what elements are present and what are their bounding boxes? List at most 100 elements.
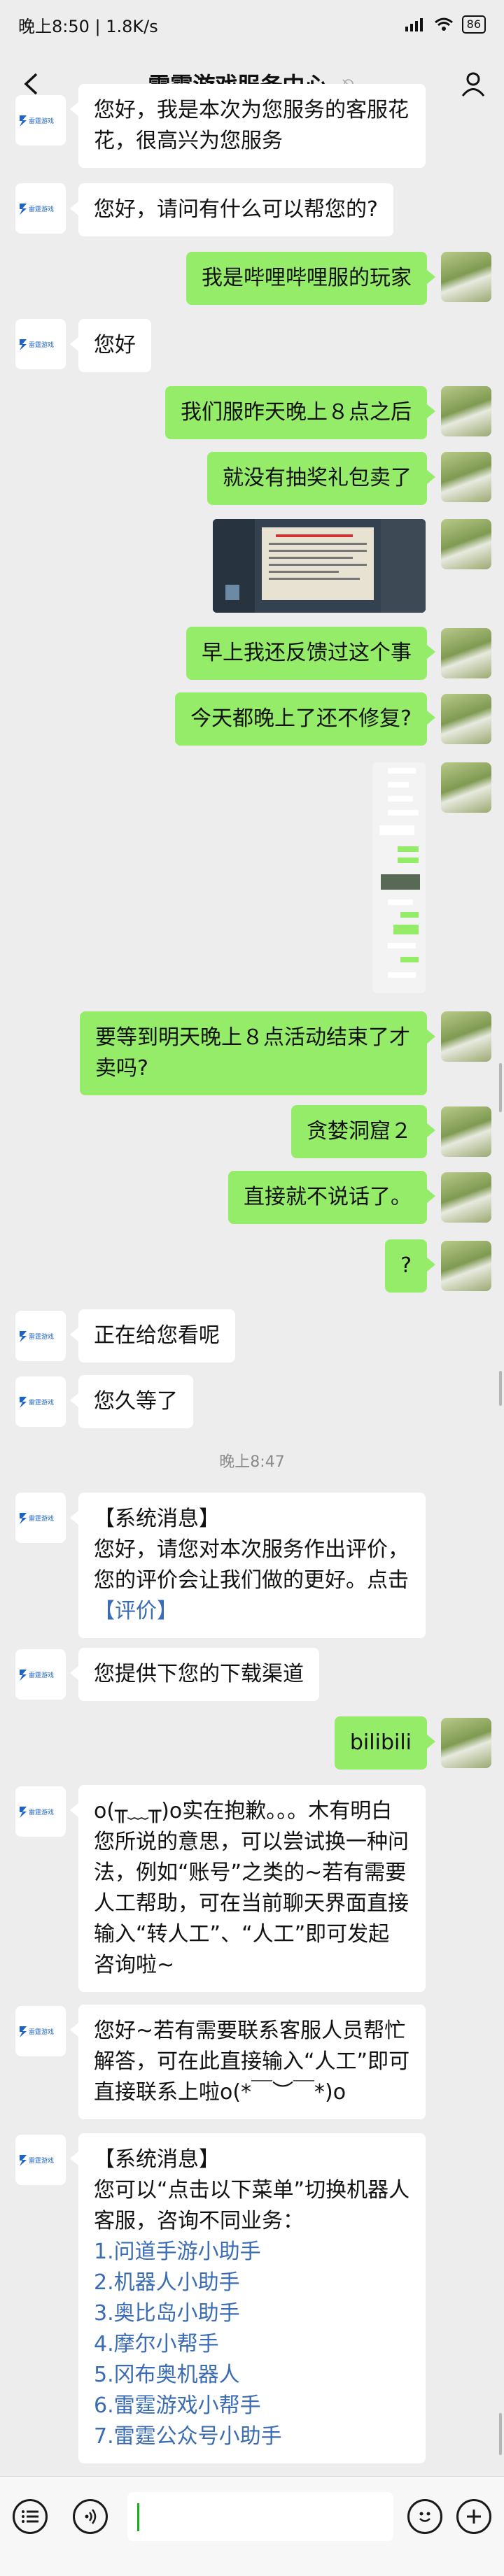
scrollbar[interactable] — [499, 1063, 502, 1112]
user-avatar[interactable] — [441, 1172, 491, 1223]
message-bubble[interactable]: 直接就不说话了。 — [228, 1171, 435, 1224]
emoji-icon — [419, 2512, 430, 2522]
leidian-logo-icon: 雷霆游戏 — [20, 1513, 54, 1524]
user-avatar[interactable] — [441, 694, 491, 744]
service-avatar[interactable]: 雷霆游戏 — [15, 1786, 66, 1837]
chat-screenshot-image — [372, 762, 426, 993]
system-message-bubble: 【系统消息】 您可以“点击以下菜单”切换机器人客服，咨询不同业务： 1.问道手游… — [70, 2133, 426, 2463]
leidian-logo-icon: 雷霆游戏 — [20, 115, 54, 127]
emoji-button[interactable] — [407, 2499, 442, 2534]
menu-item[interactable]: 7.雷霆公众号小助手 — [94, 2421, 410, 2452]
service-avatar[interactable]: 雷霆游戏 — [15, 183, 66, 234]
service-avatar[interactable]: 雷霆游戏 — [15, 95, 66, 145]
user-avatar[interactable] — [441, 519, 491, 569]
system-message-bubble: 【系统消息】 您好，请您对本次服务作出评价，您的评价会让我们做的更好。点击【评价… — [70, 1493, 426, 1638]
user-avatar[interactable] — [441, 1106, 491, 1157]
message-bubble[interactable]: 就没有抽奖礼包卖了 — [207, 452, 435, 505]
service-avatar[interactable]: 雷霆游戏 — [15, 1493, 66, 1543]
svg-text:雷霆游戏: 雷霆游戏 — [29, 2028, 54, 2036]
leidian-logo-icon: 雷霆游戏 — [20, 339, 54, 350]
chevron-left-icon — [24, 73, 38, 95]
user-avatar[interactable] — [441, 762, 491, 813]
signal-icon — [405, 18, 423, 31]
message-bubble[interactable]: o(╥﹏╥)o实在抱歉。。。木有明白您所说的意思，可以尝试换一种问法，例如“账号… — [70, 1785, 426, 1992]
svg-text:雷霆游戏: 雷霆游戏 — [29, 117, 54, 125]
message-bubble[interactable]: 贪婪洞窟２ — [291, 1105, 435, 1158]
leidian-logo-icon: 雷霆游戏 — [20, 2155, 54, 2166]
user-avatar[interactable] — [441, 1241, 491, 1291]
service-avatar[interactable]: 雷霆游戏 — [15, 1376, 66, 1427]
timestamp: 晚上8:47 — [219, 1453, 285, 1471]
menu-item[interactable]: 2.机器人小助手 — [94, 2268, 410, 2298]
status-icons: 86 — [405, 15, 486, 34]
user-avatar[interactable] — [441, 1011, 491, 1062]
plus-icon — [467, 2510, 481, 2524]
service-avatar[interactable]: 雷霆游戏 — [15, 2006, 66, 2056]
input-bar — [0, 2476, 504, 2576]
service-avatar[interactable]: 雷霆游戏 — [15, 319, 66, 369]
leidian-logo-icon: 雷霆游戏 — [20, 1397, 54, 1408]
profile-button[interactable] — [458, 69, 489, 99]
system-message-text: 您好，请您对本次服务作出评价，您的评价会让我们做的更好。点击 — [94, 1537, 409, 1593]
leidian-logo-icon: 雷霆游戏 — [20, 1807, 54, 1818]
message-bubble[interactable]: 您好~若有需要联系客服人员帮忙解答，可在此直接输入“人工”即可直接联系上啦o(*… — [70, 2005, 426, 2119]
leidian-logo-icon: 雷霆游戏 — [20, 1670, 54, 1681]
message-bubble[interactable]: 今天都晚上了还不修复? — [175, 692, 435, 746]
message-input[interactable] — [127, 2492, 393, 2541]
svg-text:雷霆游戏: 雷霆游戏 — [29, 205, 54, 213]
svg-text:雷霆游戏: 雷霆游戏 — [29, 1808, 54, 1816]
user-avatar[interactable] — [441, 252, 491, 302]
message-bubble[interactable]: 我们服昨天晚上８点之后 — [165, 386, 435, 439]
message-bubble[interactable]: 早上我还反馈过这个事 — [186, 627, 435, 680]
user-avatar[interactable] — [441, 452, 491, 502]
message-bubble[interactable]: 您好，请问有什么可以帮您的? — [70, 183, 393, 236]
list-menu-icon — [22, 2510, 38, 2523]
leidian-logo-icon: 雷霆游戏 — [20, 2026, 54, 2037]
message-bubble[interactable]: 我是哔哩哔哩服的玩家 — [186, 252, 435, 305]
menu-item[interactable]: 6.雷霆游戏小帮手 — [94, 2391, 410, 2421]
message-bubble[interactable]: 您好，我是本次为您服务的客服花花，很高兴为您服务 — [70, 84, 426, 168]
svg-text:雷霆游戏: 雷霆游戏 — [29, 1398, 54, 1407]
system-message-header: 【系统消息】 — [94, 2147, 220, 2172]
user-avatar[interactable] — [441, 386, 491, 436]
service-avatar[interactable]: 雷霆游戏 — [15, 1649, 66, 1700]
user-avatar[interactable] — [441, 628, 491, 678]
scrollbar[interactable] — [499, 1371, 502, 1406]
system-message-text: 您可以“点击以下菜单”切换机器人客服，咨询不同业务： — [94, 2178, 410, 2233]
image-message[interactable] — [213, 519, 426, 613]
message-bubble[interactable]: 您提供下您的下载渠道 — [70, 1648, 319, 1701]
message-bubble[interactable]: 正在给您看呢 — [70, 1309, 235, 1362]
svg-text:雷霆游戏: 雷霆游戏 — [29, 1332, 54, 1341]
scrollbar[interactable] — [499, 2413, 502, 2455]
status-bar: 晚上8:50 | 1.8K/s 86 — [0, 0, 504, 49]
message-bubble[interactable]: bilibili — [334, 1716, 436, 1770]
image-message[interactable] — [372, 762, 426, 993]
service-avatar[interactable]: 雷霆游戏 — [15, 1311, 66, 1361]
message-bubble[interactable]: 要等到明天晚上８点活动结束了才卖吗? — [80, 1011, 435, 1095]
voice-icon — [85, 2509, 97, 2524]
svg-text:雷霆游戏: 雷霆游戏 — [29, 1514, 54, 1523]
svg-text:雷霆游戏: 雷霆游戏 — [29, 1671, 54, 1679]
leidian-logo-icon: 雷霆游戏 — [20, 1331, 54, 1342]
service-avatar[interactable]: 雷霆游戏 — [15, 2135, 66, 2185]
system-message-header: 【系统消息】 — [94, 1507, 220, 1531]
status-time: 晚上8:50 | 1.8K/s — [18, 16, 158, 36]
menu-item[interactable]: 1.问道手游小助手 — [94, 2237, 410, 2268]
message-bubble[interactable]: ? — [385, 1239, 435, 1293]
message-bubble[interactable]: 您好 — [70, 319, 151, 372]
wifi-icon — [434, 17, 453, 31]
game-screenshot-image — [213, 519, 426, 613]
person-icon — [461, 72, 485, 97]
user-avatar[interactable] — [441, 1718, 491, 1768]
menu-item[interactable]: 3.奥比岛小助手 — [94, 2298, 410, 2329]
add-button[interactable] — [456, 2499, 491, 2534]
leidian-logo-icon: 雷霆游戏 — [20, 204, 54, 215]
menu-item[interactable]: 4.摩尔小帮手 — [94, 2329, 410, 2360]
menu-toggle-button[interactable] — [13, 2499, 48, 2534]
rating-link[interactable]: 【评价】 — [94, 1599, 178, 1623]
message-bubble[interactable]: 您久等了 — [70, 1375, 193, 1428]
voice-button[interactable] — [73, 2499, 108, 2534]
text-caret — [137, 2503, 139, 2531]
svg-text:雷霆游戏: 雷霆游戏 — [29, 341, 54, 349]
menu-item[interactable]: 5.冈布奥机器人 — [94, 2360, 410, 2391]
